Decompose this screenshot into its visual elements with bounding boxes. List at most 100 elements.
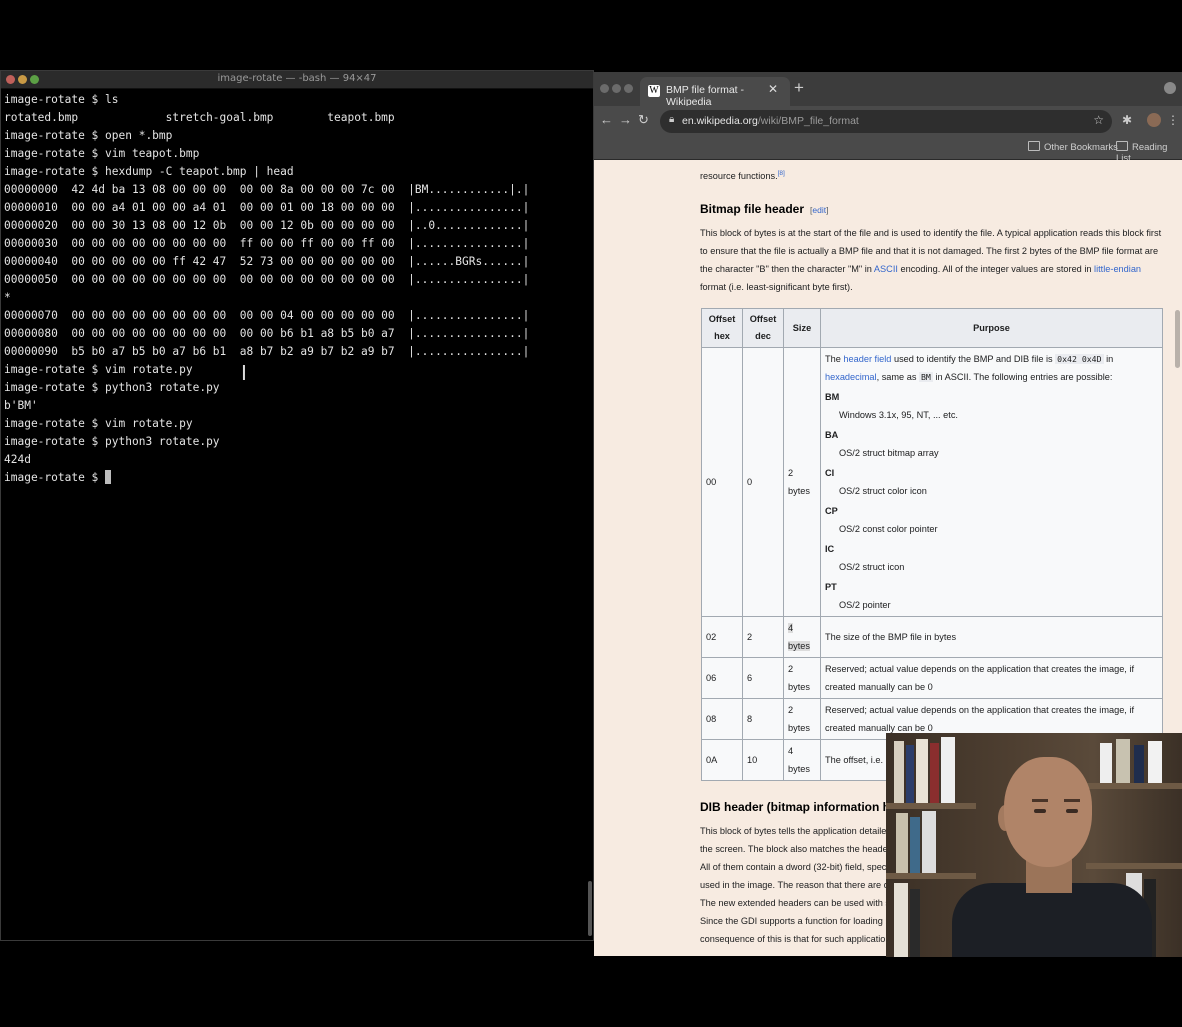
- ascii-link[interactable]: ASCII: [874, 264, 898, 274]
- terminal-line: image-rotate $ vim rotate.py: [4, 363, 193, 376]
- terminal-line: *: [4, 291, 11, 304]
- person-eye: [1034, 809, 1046, 813]
- terminal-line: 00000030 00 00 00 00 00 00 00 00 ff 00 0…: [4, 237, 530, 250]
- profile-avatar[interactable]: [1147, 113, 1161, 127]
- cell-hex: 08: [701, 698, 743, 740]
- person-brow: [1032, 799, 1048, 802]
- bookmark-star-icon[interactable]: ☆: [1093, 113, 1104, 127]
- entry-description: OS/2 pointer: [839, 600, 891, 610]
- terminal-line: image-rotate $ python3 rotate.py: [4, 435, 220, 448]
- browser-toolbar: ← → ↻ 🔒︎ en.wikipedia.org/wiki/BMP_file_…: [594, 106, 1182, 137]
- cell-size: 4 bytes: [783, 616, 821, 658]
- cell-offset-hex: 00: [701, 347, 743, 617]
- cell-size: 2 bytes: [783, 657, 821, 699]
- cell-size: 2 bytes: [783, 347, 821, 617]
- cell-dec: 2: [742, 616, 784, 658]
- text-cursor-icon: I: [241, 361, 247, 385]
- webcam-overlay: [886, 733, 1182, 957]
- terminal-line: image-rotate $: [4, 471, 106, 484]
- section-heading-bitmap-file-header: Bitmap file header [edit]: [700, 202, 829, 216]
- column-header: Offset dec: [742, 308, 784, 348]
- terminal-line: image-rotate $ vim rotate.py: [4, 417, 193, 430]
- column-header: Size: [783, 308, 821, 348]
- entry-term: PT: [825, 582, 837, 592]
- terminal-line: image-rotate $ ls: [4, 93, 119, 106]
- terminal-line: 00000090 b5 b0 a7 b5 b0 a7 b6 b1 a8 b7 b…: [4, 345, 530, 358]
- back-arrow-icon[interactable]: ←: [600, 112, 613, 127]
- section-heading-dib-header: DIB header (bitmap information heade: [700, 800, 918, 814]
- entry-term: BA: [825, 430, 839, 440]
- entry-description: OS/2 struct color icon: [839, 486, 927, 496]
- maximize-window-button[interactable]: [624, 84, 633, 93]
- citation-link[interactable]: [8]: [778, 170, 785, 177]
- table-row: 02 2 4 bytes The size of the BMP file in by…: [701, 616, 1163, 658]
- terminal-line: image-rotate $ vim teapot.bmp: [4, 147, 200, 160]
- entry-term: IC: [825, 544, 835, 554]
- folder-icon: [1028, 141, 1040, 151]
- terminal-line: 00000050 00 00 00 00 00 00 00 00 00 00 0…: [4, 273, 530, 286]
- column-header: Offset hex: [701, 308, 743, 348]
- lock-icon[interactable]: 🔒︎: [669, 114, 674, 125]
- close-window-button[interactable]: [600, 84, 609, 93]
- terminal-line: 00000040 00 00 00 00 00 ff 42 47 52 73 0…: [4, 255, 530, 268]
- person-torso: [952, 883, 1152, 957]
- cell-offset-dec: 0: [742, 347, 784, 617]
- cell-hex: 02: [701, 616, 743, 658]
- terminal-line: 424d: [4, 453, 31, 466]
- code-snippet: BM: [918, 372, 933, 382]
- table-row: 00 0 2 bytes The header field used to id…: [701, 347, 1163, 617]
- tab-bmp-wikipedia[interactable]: W BMP file format - Wikipedia ✕: [640, 77, 790, 108]
- terminal-titlebar[interactable]: image-rotate — -bash — 94×47: [1, 71, 593, 89]
- terminal-output[interactable]: image-rotate $ ls rotated.bmp stretch-goa…: [1, 89, 593, 487]
- bookmarks-bar: Other Bookmarks Reading List: [594, 137, 1182, 164]
- page-scrollbar[interactable]: [1175, 310, 1180, 368]
- terminal-line: image-rotate $ open *.bmp: [4, 129, 173, 142]
- person-head: [1004, 757, 1092, 867]
- terminal-line: image-rotate $ python3 rotate.py: [4, 381, 220, 394]
- reading-list-icon: [1116, 141, 1128, 151]
- terminal-line: 00000000 42 4d ba 13 08 00 00 00 00 00 8…: [4, 183, 530, 196]
- terminal-line: b'BM': [4, 399, 38, 412]
- terminal-cursor: [105, 470, 112, 484]
- terminal-line: 00000010 00 00 a4 01 00 00 a4 01 00 00 0…: [4, 201, 530, 214]
- close-tab-icon[interactable]: ✕: [768, 82, 778, 96]
- terminal-line: 00000080 00 00 00 00 00 00 00 00 00 00 b…: [4, 327, 530, 340]
- cell-purpose: The size of the BMP file in bytes: [820, 616, 1163, 658]
- cell-size: 2 bytes: [783, 698, 821, 740]
- person-eye: [1066, 809, 1078, 813]
- minimize-window-button[interactable]: [612, 84, 621, 93]
- terminal-line: image-rotate $ hexdump -C teapot.bmp | h…: [4, 165, 294, 178]
- bookmark-other-bookmarks[interactable]: Other Bookmarks: [1028, 141, 1118, 153]
- cell-dec: 8: [742, 698, 784, 740]
- entry-term: CP: [825, 506, 838, 516]
- new-tab-icon[interactable]: +: [794, 78, 804, 98]
- edit-section-link[interactable]: [edit]: [810, 205, 828, 215]
- cell-size: 4 bytes: [783, 739, 821, 781]
- cell-dec: 6: [742, 657, 784, 699]
- entry-description: OS/2 struct bitmap array: [839, 448, 939, 458]
- reload-icon[interactable]: ↻: [638, 112, 649, 128]
- entries-list: BM Windows 3.1x, 95, NT, ... etc. BA OS/2 s…: [825, 388, 1158, 614]
- table-row: 06 6 2 bytes Reserved; actual value depends…: [701, 657, 1163, 699]
- little-endian-link[interactable]: little-endian: [1094, 264, 1141, 274]
- column-header: Purpose: [820, 308, 1163, 348]
- cell-purpose: The header field used to identify the BM…: [820, 347, 1163, 617]
- paragraph-text: resource functions.[8]: [700, 170, 785, 182]
- wikipedia-favicon-icon: W: [648, 85, 660, 97]
- address-bar[interactable]: 🔒︎ en.wikipedia.org/wiki/BMP_file_format…: [660, 110, 1112, 133]
- extensions-puzzle-icon[interactable]: ✱: [1122, 113, 1132, 127]
- url-text[interactable]: en.wikipedia.org/wiki/BMP_file_format: [682, 115, 859, 127]
- terminal-title: image-rotate — -bash — 94×47: [217, 73, 377, 84]
- forward-arrow-icon[interactable]: →: [619, 112, 632, 127]
- header-field-link[interactable]: header field: [843, 354, 891, 364]
- tab-search-icon[interactable]: [1164, 82, 1176, 94]
- person-brow: [1064, 799, 1080, 802]
- entry-term: CI: [825, 468, 835, 478]
- bitmap-header-table: Offset hex Offset dec Size Purpose 00 0 …: [701, 308, 1163, 781]
- hexadecimal-link[interactable]: hexadecimal: [825, 372, 877, 382]
- cell-hex: 06: [701, 657, 743, 699]
- terminal-window[interactable]: image-rotate — -bash — 94×47 image-rotat…: [0, 70, 594, 941]
- menu-kebab-icon[interactable]: ⋮: [1167, 113, 1179, 127]
- terminal-scrollbar[interactable]: [588, 881, 592, 936]
- entry-term: BM: [825, 392, 840, 402]
